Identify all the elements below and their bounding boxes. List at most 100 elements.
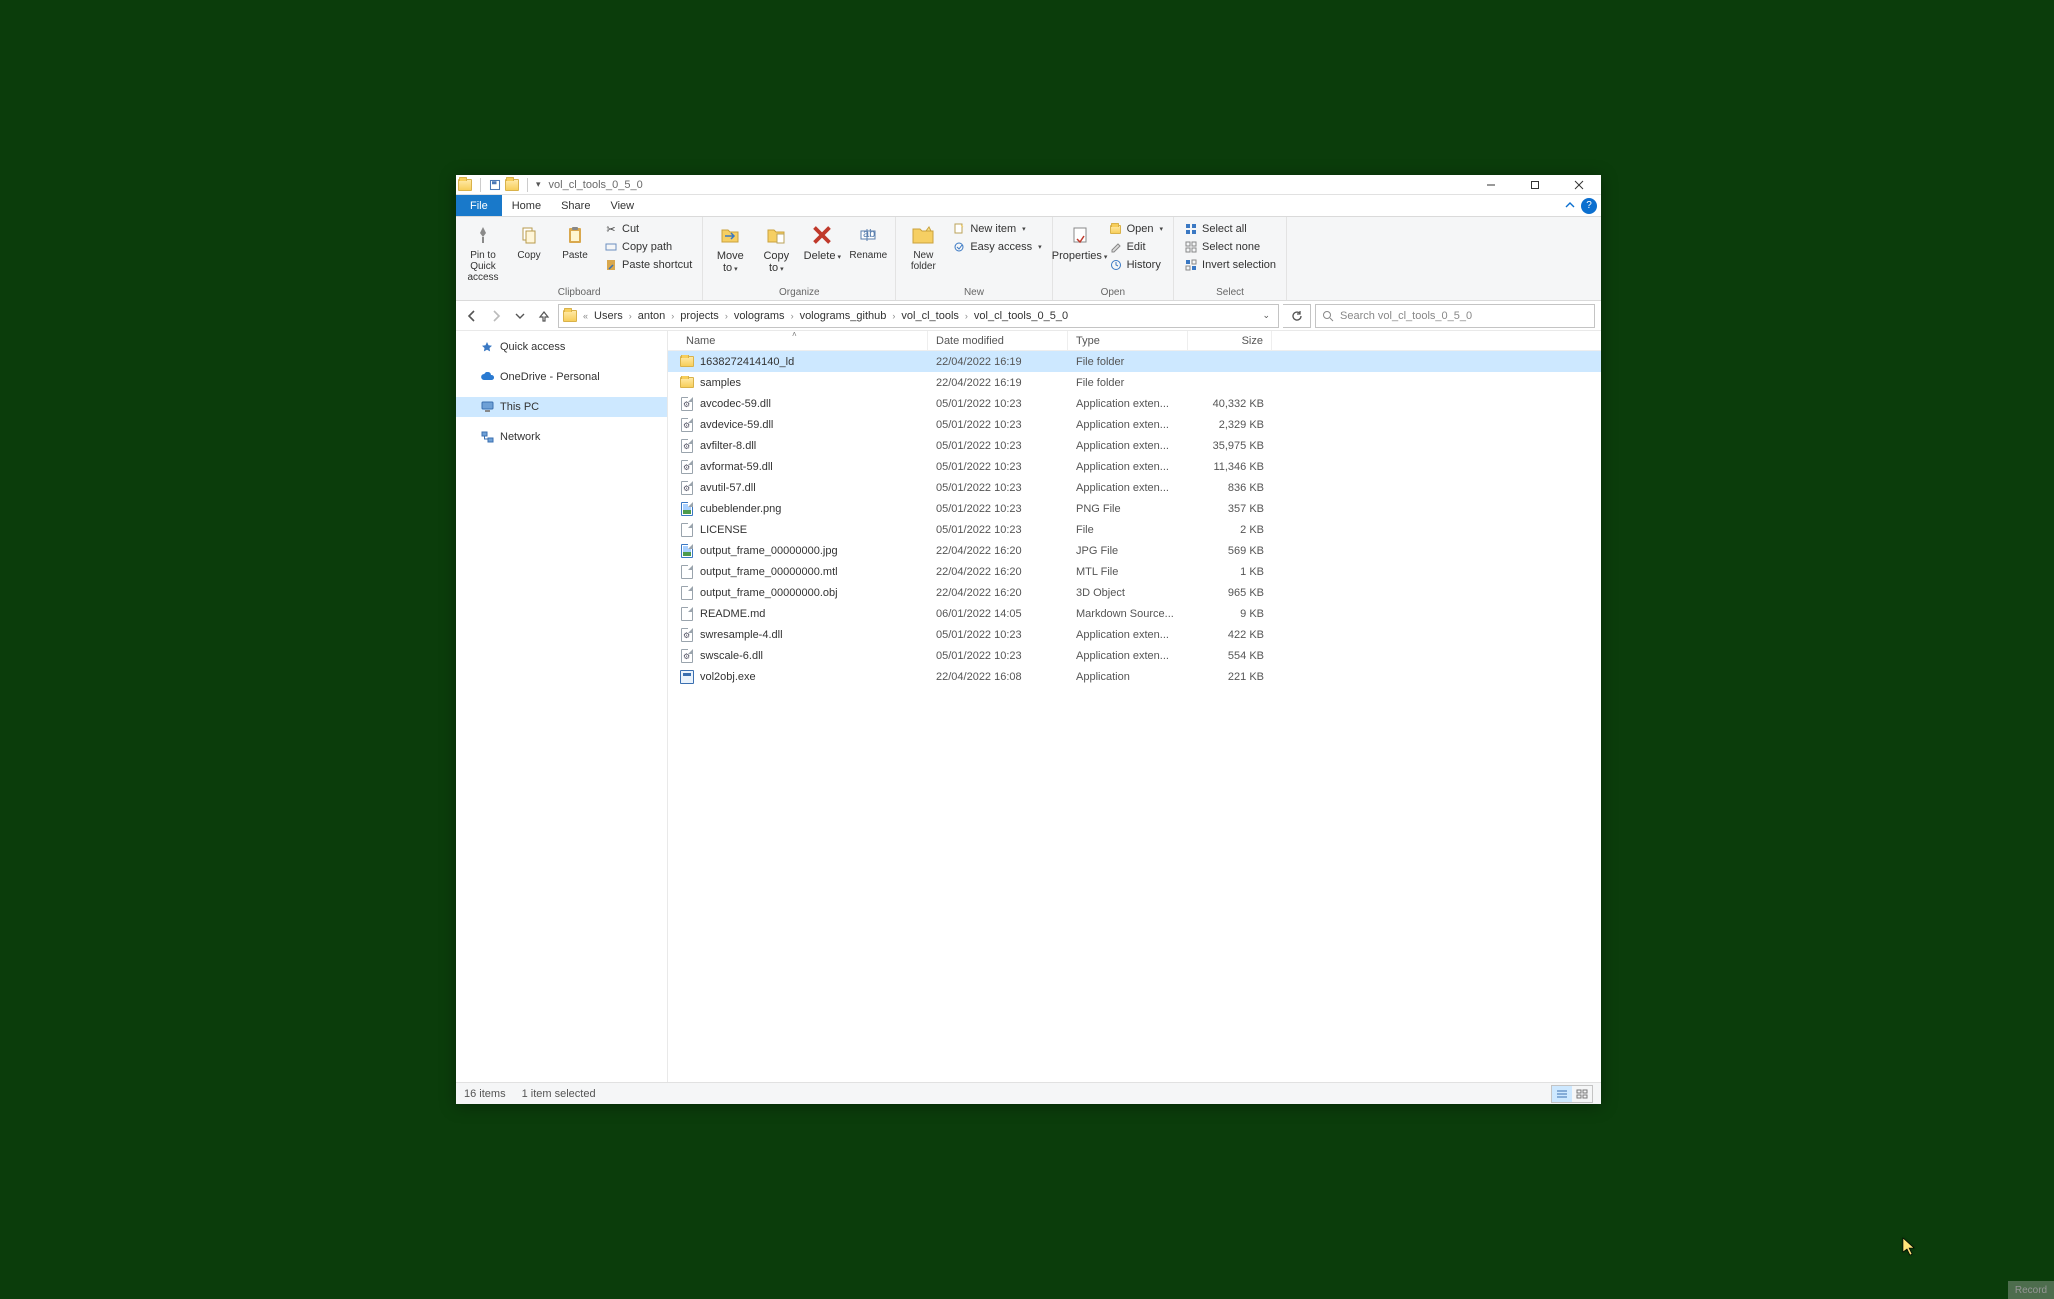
new-folder-button[interactable]: New folder — [902, 219, 944, 272]
col-header-name[interactable]: Name — [668, 331, 928, 350]
ribbon-group-open: Properties▾ Open▾ Edit History Open — [1053, 217, 1174, 300]
maximize-button[interactable] — [1513, 175, 1557, 195]
properties-icon — [1066, 222, 1094, 248]
crumb-anton[interactable]: anton — [634, 310, 670, 322]
tab-view[interactable]: View — [600, 195, 644, 216]
move-to-button[interactable]: Move to▾ — [709, 219, 751, 274]
titlebar[interactable]: ▾ vol_cl_tools_0_5_0 — [456, 175, 1601, 195]
history-button[interactable]: History — [1105, 257, 1167, 273]
invert-selection-button[interactable]: Invert selection — [1180, 257, 1280, 273]
address-dropdown-icon[interactable]: ⌄ — [1256, 310, 1276, 321]
crumb-vol-cl-tools[interactable]: vol_cl_tools — [897, 310, 962, 322]
file-row[interactable]: LICENSE05/01/2022 10:23File2 KB — [668, 519, 1601, 540]
file-row[interactable]: output_frame_00000000.obj22/04/2022 16:2… — [668, 582, 1601, 603]
col-header-type[interactable]: Type — [1068, 331, 1188, 350]
file-type-cell: File folder — [1068, 356, 1188, 368]
file-row[interactable]: avfilter-8.dll05/01/2022 10:23Applicatio… — [668, 435, 1601, 456]
nav-forward-button[interactable] — [486, 306, 506, 326]
file-name-cell: avcodec-59.dll — [668, 397, 928, 411]
crumb-projects[interactable]: projects — [676, 310, 723, 322]
file-row[interactable]: vol2obj.exe22/04/2022 16:08Application22… — [668, 666, 1601, 687]
breadcrumb-ellipsis[interactable]: « — [581, 311, 590, 321]
file-row[interactable]: output_frame_00000000.jpg22/04/2022 16:2… — [668, 540, 1601, 561]
file-type-cell: Application exten... — [1068, 650, 1188, 662]
chevron-right-icon[interactable]: › — [890, 311, 897, 321]
chevron-right-icon[interactable]: › — [627, 311, 634, 321]
delete-button[interactable]: Delete▾ — [801, 219, 843, 262]
pin-to-quick-access-button[interactable]: Pin to Quick access — [462, 219, 504, 283]
minimize-button[interactable] — [1469, 175, 1513, 195]
chevron-right-icon[interactable]: › — [723, 311, 730, 321]
close-button[interactable] — [1557, 175, 1601, 195]
file-date-cell: 05/01/2022 10:23 — [928, 419, 1068, 431]
easy-access-button[interactable]: Easy access▾ — [948, 239, 1045, 255]
copy-button[interactable]: Copy — [508, 219, 550, 261]
search-box[interactable] — [1315, 304, 1595, 328]
cut-button[interactable]: ✂Cut — [600, 221, 696, 237]
breadcrumb[interactable]: « Users› anton› projects› volograms› vol… — [558, 304, 1279, 328]
view-details-button[interactable] — [1552, 1086, 1572, 1102]
tab-home[interactable]: Home — [502, 195, 551, 216]
edit-button[interactable]: Edit — [1105, 239, 1167, 255]
ribbon-tabs: File Home Share View ? — [456, 195, 1601, 217]
chevron-right-icon[interactable]: › — [789, 311, 796, 321]
file-row[interactable]: 1638272414140_ld22/04/2022 16:19File fol… — [668, 351, 1601, 372]
chevron-right-icon[interactable]: › — [963, 311, 970, 321]
chevron-right-icon[interactable]: › — [669, 311, 676, 321]
select-none-button[interactable]: Select none — [1180, 239, 1280, 255]
nav-up-button[interactable] — [534, 306, 554, 326]
file-row[interactable]: swresample-4.dll05/01/2022 10:23Applicat… — [668, 624, 1601, 645]
refresh-button[interactable] — [1283, 304, 1311, 328]
file-name-cell: samples — [668, 376, 928, 390]
file-row[interactable]: avutil-57.dll05/01/2022 10:23Application… — [668, 477, 1601, 498]
file-row[interactable]: samples22/04/2022 16:19File folder — [668, 372, 1601, 393]
paste-button[interactable]: Paste — [554, 219, 596, 261]
file-date-cell: 05/01/2022 10:23 — [928, 461, 1068, 473]
crumb-current[interactable]: vol_cl_tools_0_5_0 — [970, 310, 1072, 322]
new-item-button[interactable]: New item▾ — [948, 221, 1045, 237]
rename-button[interactable]: ab Rename — [847, 219, 889, 261]
nav-tree[interactable]: Quick access OneDrive - Personal This PC… — [456, 331, 668, 1082]
column-headers[interactable]: ˄ Name Date modified Type Size — [668, 331, 1601, 351]
file-name: output_frame_00000000.mtl — [700, 566, 838, 578]
crumb-users[interactable]: Users — [590, 310, 627, 322]
paste-shortcut-button[interactable]: Paste shortcut — [600, 257, 696, 273]
search-input[interactable] — [1340, 310, 1588, 322]
sidebar-item-network[interactable]: Network — [456, 427, 667, 447]
qat-dropdown-icon[interactable]: ▾ — [536, 179, 541, 190]
sidebar-item-this-pc[interactable]: This PC — [456, 397, 667, 417]
file-row[interactable]: cubeblender.png05/01/2022 10:23PNG File3… — [668, 498, 1601, 519]
file-rows[interactable]: 1638272414140_ld22/04/2022 16:19File fol… — [668, 351, 1601, 1082]
file-row[interactable]: swscale-6.dll05/01/2022 10:23Application… — [668, 645, 1601, 666]
file-type-cell: Application exten... — [1068, 482, 1188, 494]
crumb-volograms-github[interactable]: volograms_github — [796, 310, 891, 322]
file-name-cell: avformat-59.dll — [668, 460, 928, 474]
tab-share[interactable]: Share — [551, 195, 600, 216]
sidebar-item-quick-access[interactable]: Quick access — [456, 337, 667, 357]
view-large-icons-button[interactable] — [1572, 1086, 1592, 1102]
copy-to-button[interactable]: Copy to▾ — [755, 219, 797, 274]
file-row[interactable]: avcodec-59.dll05/01/2022 10:23Applicatio… — [668, 393, 1601, 414]
nav-back-button[interactable] — [462, 306, 482, 326]
file-row[interactable]: output_frame_00000000.mtl22/04/2022 16:2… — [668, 561, 1601, 582]
col-header-date[interactable]: Date modified — [928, 331, 1068, 350]
file-type-cell: Application exten... — [1068, 440, 1188, 452]
select-all-button[interactable]: Select all — [1180, 221, 1280, 237]
collapse-ribbon-icon[interactable] — [1559, 195, 1581, 216]
file-row[interactable]: avdevice-59.dll05/01/2022 10:23Applicati… — [668, 414, 1601, 435]
file-size-cell: 836 KB — [1188, 482, 1272, 494]
open-button[interactable]: Open▾ — [1105, 221, 1167, 237]
sidebar-item-onedrive[interactable]: OneDrive - Personal — [456, 367, 667, 387]
file-row[interactable]: avformat-59.dll05/01/2022 10:23Applicati… — [668, 456, 1601, 477]
qat-save-icon[interactable] — [489, 179, 501, 191]
help-icon[interactable]: ? — [1581, 198, 1597, 214]
qat-folder-icon[interactable] — [505, 179, 519, 191]
col-header-size[interactable]: Size — [1188, 331, 1272, 350]
crumb-volograms[interactable]: volograms — [730, 310, 789, 322]
copy-path-button[interactable]: Copy path — [600, 239, 696, 255]
tab-file[interactable]: File — [456, 195, 502, 216]
file-name: avutil-57.dll — [700, 482, 756, 494]
nav-recent-dropdown[interactable] — [510, 306, 530, 326]
properties-button[interactable]: Properties▾ — [1059, 219, 1101, 262]
file-row[interactable]: README.md06/01/2022 14:05Markdown Source… — [668, 603, 1601, 624]
